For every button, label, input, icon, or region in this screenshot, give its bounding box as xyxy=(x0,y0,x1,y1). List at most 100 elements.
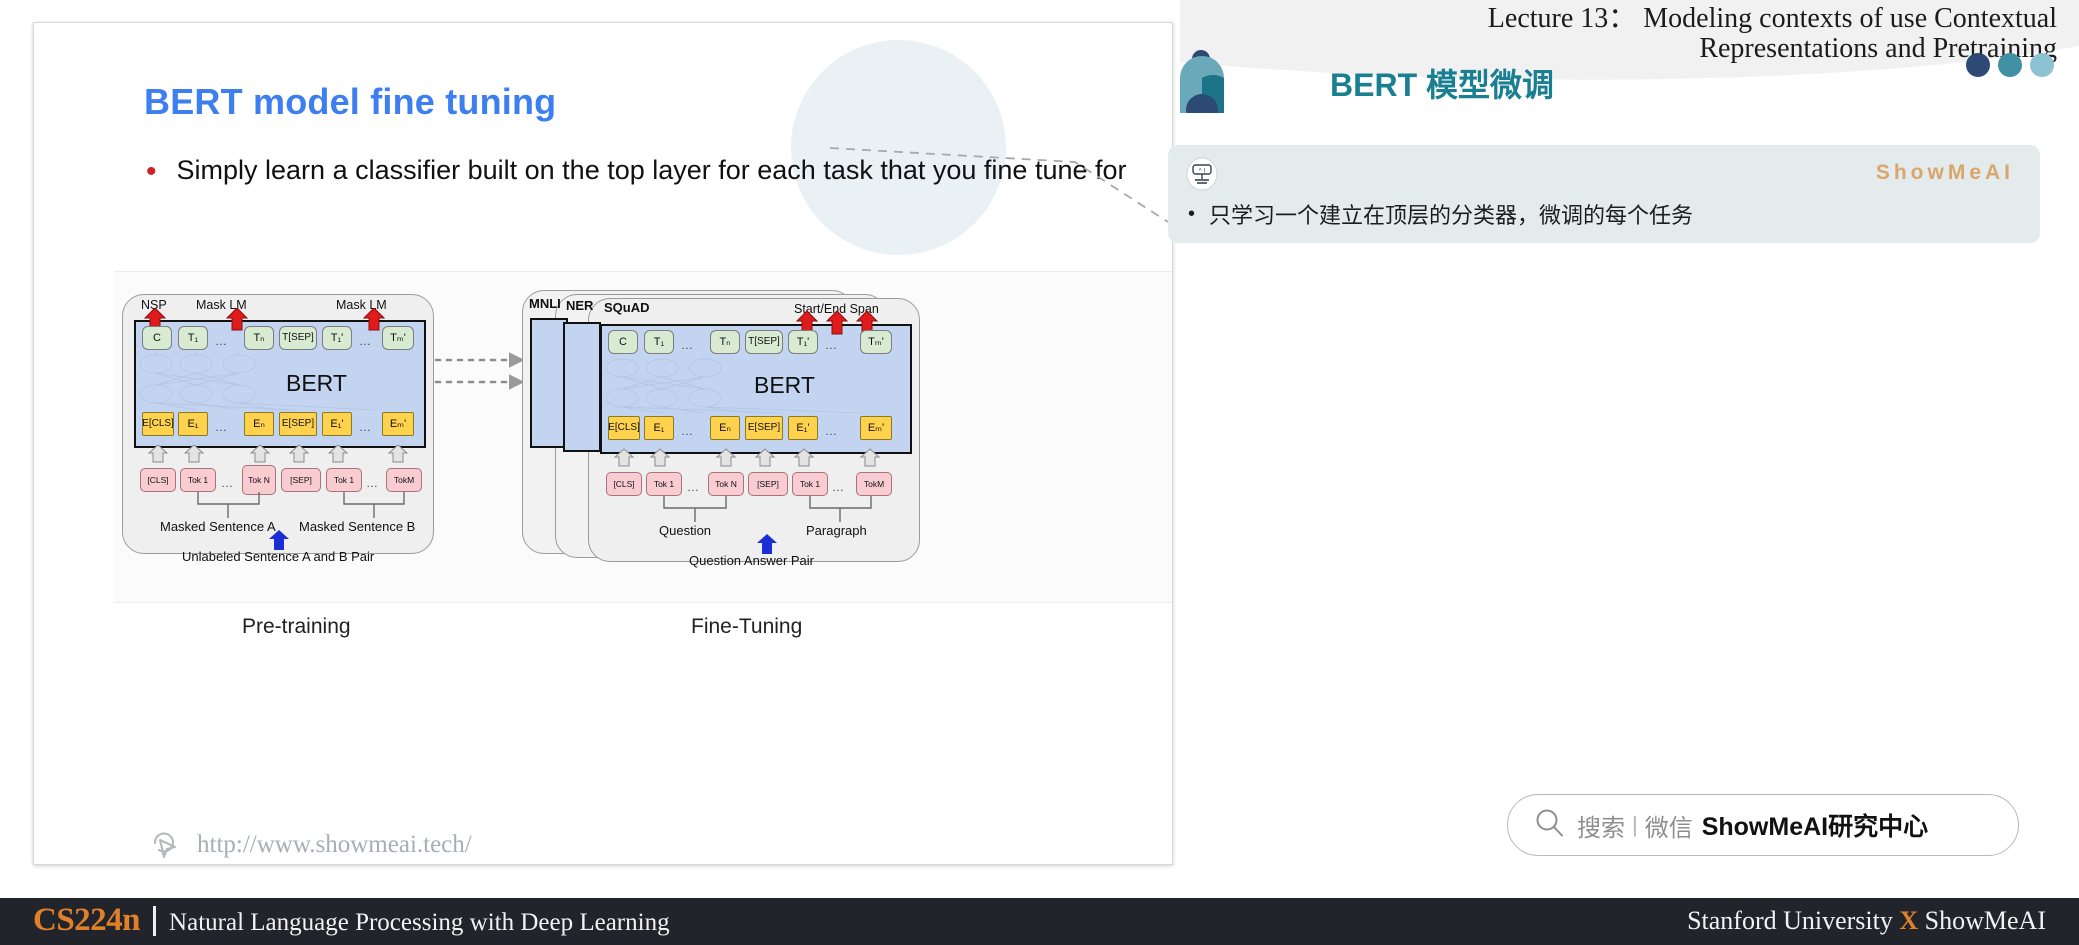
note-bullet-dot-icon: • xyxy=(1188,203,1196,225)
lecture-title-line2: Representations and Pretraining xyxy=(1699,32,2057,64)
pretrain-tok-cell-4: [SEP] xyxy=(281,468,321,492)
footer-x-separator: X xyxy=(1899,906,1919,935)
finetune-tok-ellipsis-1: … xyxy=(687,480,700,494)
pretrain-t-ellipsis-2: … xyxy=(359,334,372,348)
finetune-e-ellipsis-2: … xyxy=(825,424,838,438)
finetune-e-cell-4: E[SEP] xyxy=(745,416,783,440)
header-dots-decoration xyxy=(1965,52,2055,78)
finetune-group-label-question: Question xyxy=(659,523,712,538)
finetune-t-ellipsis-1: … xyxy=(681,338,694,352)
finetune-group-brackets xyxy=(663,496,872,522)
footer-left-group: CS224n Natural Language Processing with … xyxy=(33,902,670,939)
lecture-title: Lecture 13： Modeling contexts of use Con… xyxy=(1297,4,2057,63)
footer-institution: Stanford University xyxy=(1687,906,1900,935)
finetune-t-cell-7: Tₘ' xyxy=(860,330,892,354)
pretrain-tok-cell-5: Tok 1 xyxy=(326,468,362,492)
lecture-title-line1: Lecture 13： Modeling contexts of use Con… xyxy=(1487,3,2057,34)
pretrain-e-cell-0: E[CLS] xyxy=(142,412,174,436)
bert-architecture-figure: NSP Mask LM Mask LM C T₁ … Tₙ T[SEP] T₁'… xyxy=(114,271,1172,603)
pretrain-group-label-a: Masked Sentence A xyxy=(160,519,276,534)
slide-bullet-item: • Simply learn a classifier built on the… xyxy=(146,153,1146,188)
pretrain-e-cell-1: E₁ xyxy=(178,412,208,436)
finetune-bert-block-ner xyxy=(563,322,601,452)
finetune-t-ellipsis-2: … xyxy=(825,338,838,352)
finetune-tok-cell-4: [SEP] xyxy=(748,472,788,496)
pretrain-e-cell-3: Eₙ xyxy=(244,412,274,436)
slide-title: BERT model fine tuning xyxy=(144,81,557,122)
pretrain-t-cell-4: T[SEP] xyxy=(279,326,317,350)
pretrain-transformer-mesh xyxy=(139,352,375,411)
finetune-t-cell-3: Tₙ xyxy=(710,330,740,354)
finetune-e-cell-0: E[CLS] xyxy=(608,416,640,440)
decorative-circle xyxy=(791,40,1006,255)
pretrain-tok-ellipsis-1: … xyxy=(221,476,234,490)
finetune-transformer-mesh xyxy=(605,358,861,414)
finetune-t-cell-5: T₁' xyxy=(788,330,818,354)
pretrain-t-ellipsis-1: … xyxy=(215,334,228,348)
pretrain-t-cell-1: T₁ xyxy=(178,326,208,350)
footer-bar: CS224n Natural Language Processing with … xyxy=(0,898,2079,945)
finetune-e-cell-7: Eₘ' xyxy=(860,416,892,440)
pretrain-grey-arrows xyxy=(147,444,409,463)
footer-divider xyxy=(153,905,157,936)
note-bullet-text: 只学习一个建立在顶层的分类器，微调的每个任务 xyxy=(1209,203,1694,228)
magnifier-icon xyxy=(1534,807,1565,843)
finetune-e-ellipsis-1: … xyxy=(681,424,694,438)
cursor-pointer-icon xyxy=(153,832,177,859)
note-card: ^ I ShowMeAI • 只学习一个建立在顶层的分类器，微调的每个任务 xyxy=(1168,145,2040,243)
finetune-tok-cell-7: TokM xyxy=(856,472,892,496)
slide-canvas: BERT model fine tuning • Simply learn a … xyxy=(33,22,1173,865)
finetune-grey-arrows xyxy=(613,448,881,467)
finetune-e-cell-5: E₁' xyxy=(788,416,818,440)
watermark: http://www.showmeai.tech/ xyxy=(149,829,472,861)
right-commentary-panel: Lecture 13： Modeling contexts of use Con… xyxy=(1168,0,2079,898)
slide-bullet-text: Simply learn a classifier built on the t… xyxy=(176,155,1127,185)
wechat-search-pill[interactable]: 搜索 | 微信 ShowMeAI研究中心 xyxy=(1507,794,2019,856)
footer-partner: ShowMeAI xyxy=(1918,906,2046,935)
finetune-e-cell-1: E₁ xyxy=(644,416,674,440)
pretrain-group-label-b: Masked Sentence B xyxy=(299,519,416,534)
pretrain-e-cell-4: E[SEP] xyxy=(279,412,317,436)
search-brand-label: ShowMeAI研究中心 xyxy=(1701,813,1929,841)
svg-text:^ I: ^ I xyxy=(1199,167,1206,174)
pretraining-caption: Pre-training xyxy=(242,615,351,638)
search-channel-label: 微信 xyxy=(1644,814,1693,842)
search-separator: | xyxy=(1632,812,1638,837)
watermark-url[interactable]: http://www.showmeai.tech/ xyxy=(197,831,472,859)
pretrain-t-cell-3: Tₙ xyxy=(244,326,274,350)
note-brand-label: ShowMeAI xyxy=(1875,161,2014,184)
finetuning-caption: Fine-Tuning xyxy=(691,615,803,638)
course-name: Natural Language Processing with Deep Le… xyxy=(169,909,670,936)
pretrain-input-label: Unlabeled Sentence A and B Pair xyxy=(182,549,375,564)
section-title-zh: BERT 模型微调 xyxy=(1330,67,1555,103)
finetune-tok-cell-1: Tok 1 xyxy=(646,472,682,496)
finetune-tok-ellipsis-2: … xyxy=(832,480,845,494)
brand-logo-icon xyxy=(1168,48,1288,126)
pretrain-tok-ellipsis-2: … xyxy=(366,476,379,490)
pretrain-e-cell-7: Eₘ' xyxy=(382,412,414,436)
finetune-tok-cell-5: Tok 1 xyxy=(792,472,828,496)
pretrain-t-cell-0: C xyxy=(142,326,172,350)
finetune-tab-mnli[interactable]: MNLI xyxy=(529,296,561,311)
pretrain-e-ellipsis-1: … xyxy=(215,420,228,434)
pretrain-e-cell-5: E₁' xyxy=(322,412,352,436)
finetune-tok-cell-3: Tok N xyxy=(708,472,744,496)
pretrain-tok-cell-3: Tok N xyxy=(242,465,276,495)
note-bullet-item: • 只学习一个建立在顶层的分类器，微调的每个任务 xyxy=(1182,201,2022,231)
finetune-group-label-paragraph: Paragraph xyxy=(806,523,867,538)
robot-face-icon: ^ I xyxy=(1185,157,1219,191)
pretrain-e-ellipsis-2: … xyxy=(359,420,372,434)
pretrain-tok-cell-7: TokM xyxy=(386,468,422,492)
finetune-t-cell-4: T[SEP] xyxy=(745,330,783,354)
footer-right-group: Stanford University X ShowMeAI xyxy=(1687,906,2046,936)
pretrain-tok-cell-0: [CLS] xyxy=(140,468,176,492)
finetune-t-cell-1: T₁ xyxy=(644,330,674,354)
course-code: CS224n xyxy=(33,902,141,938)
finetune-input-label: Question Answer Pair xyxy=(689,553,815,568)
pretrain-t-cell-7: Tₘ' xyxy=(382,326,414,350)
pretrain-t-cell-5: T₁' xyxy=(322,326,352,350)
search-input[interactable]: 搜索 xyxy=(1577,808,1625,843)
finetune-t-cell-0: C xyxy=(608,330,638,354)
finetune-e-cell-3: Eₙ xyxy=(710,416,740,440)
pretrain-tok-cell-1: Tok 1 xyxy=(180,468,216,492)
